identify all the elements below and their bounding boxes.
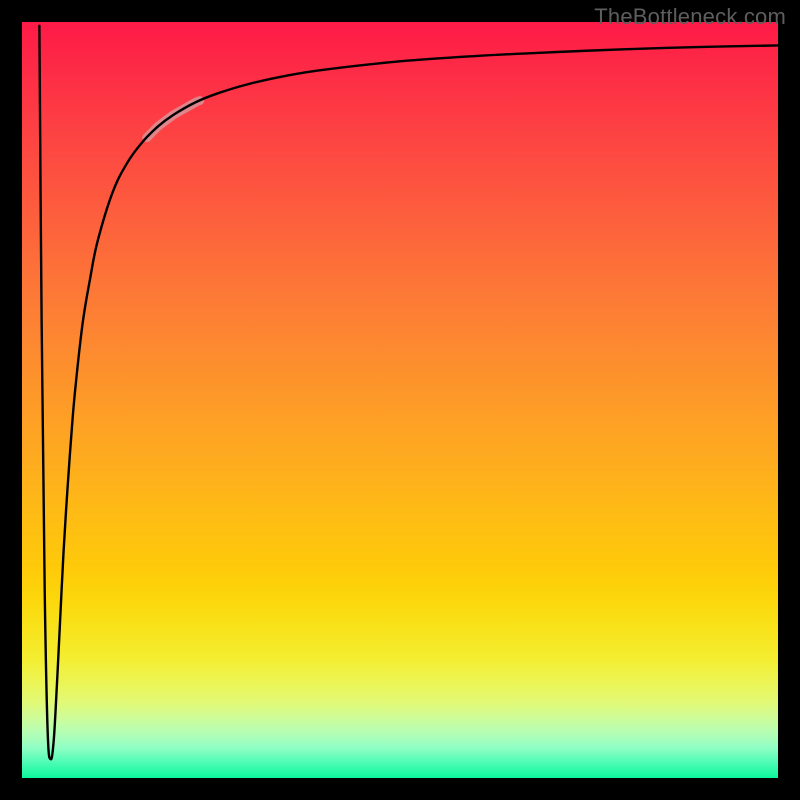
plot-area: [22, 22, 778, 778]
watermark-text: TheBottleneck.com: [594, 4, 786, 30]
curve-svg: [22, 22, 778, 778]
chart-frame: TheBottleneck.com: [0, 0, 800, 800]
curve-highlight-segment: [147, 101, 200, 138]
